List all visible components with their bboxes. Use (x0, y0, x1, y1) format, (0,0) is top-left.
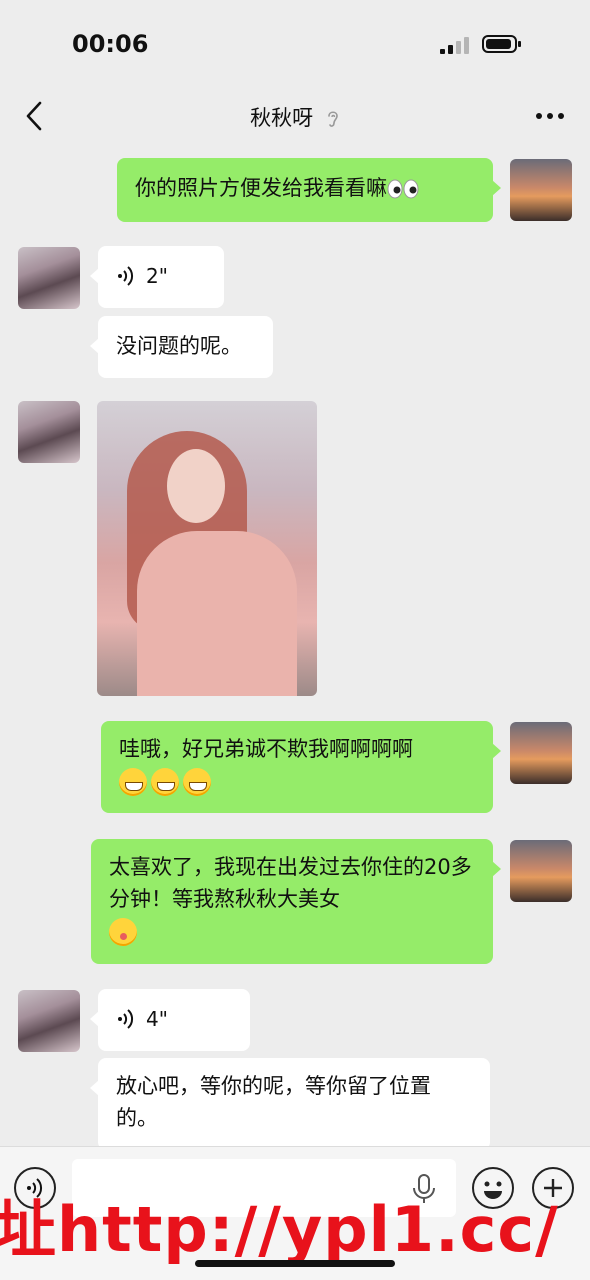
grin-emoji-icon (119, 768, 147, 796)
sent-message[interactable]: 太喜欢了，我现在出发过去你住的20多分钟！等我熬秋秋大美女 (91, 839, 501, 964)
my-avatar[interactable] (510, 722, 572, 784)
message-text: 哇哦，好兄弟诚不欺我啊啊啊啊 (119, 737, 413, 761)
watermark-text: 址http://ypl1.cc/ (0, 1193, 559, 1266)
message-list[interactable]: 你的照片方便发给我看看嘛 2" 没问题的呢。 哇哦，好兄弟诚不欺我啊啊啊啊 太喜… (0, 146, 590, 1146)
contact-avatar[interactable] (18, 247, 80, 309)
message-text: 没问题的呢。 (116, 334, 242, 358)
voice-duration: 4" (146, 1007, 168, 1031)
kiss-emoji-icon (109, 918, 137, 946)
voice-duration: 2" (146, 264, 168, 288)
message-text: 你的照片方便发给我看看嘛 (135, 176, 387, 200)
chat-title: 秋秋呀 (0, 102, 590, 132)
signal-icon (440, 37, 469, 54)
chat-header: 秋秋呀 (0, 88, 590, 146)
contact-name: 秋秋呀 (250, 106, 314, 130)
emoji-row (119, 765, 475, 797)
more-button[interactable] (534, 104, 566, 128)
ear-icon (328, 111, 338, 127)
sent-message[interactable]: 哇哦，好兄弟诚不欺我啊啊啊啊 (101, 721, 501, 813)
more-icon (536, 113, 564, 119)
my-avatar[interactable] (510, 840, 572, 902)
my-avatar[interactable] (510, 159, 572, 221)
voice-message[interactable]: 2" (90, 246, 224, 308)
voice-message[interactable]: 4" (90, 989, 250, 1051)
status-bar: 00:06 (0, 0, 590, 88)
grin-emoji-icon (183, 768, 211, 796)
voice-wave-icon (118, 1009, 134, 1029)
contact-avatar[interactable] (18, 990, 80, 1052)
eyes-emoji-icon (387, 179, 419, 199)
received-message[interactable]: 放心吧，等你的呢，等你留了位置的。 (90, 1058, 490, 1146)
grin-emoji-icon (151, 768, 179, 796)
photo-message[interactable] (97, 401, 317, 696)
status-time: 00:06 (72, 30, 149, 58)
contact-avatar[interactable] (18, 401, 80, 463)
message-text: 放心吧，等你的呢，等你留了位置的。 (116, 1074, 431, 1130)
received-message[interactable]: 没问题的呢。 (90, 316, 273, 378)
sent-message[interactable]: 你的照片方便发给我看看嘛 (117, 158, 501, 222)
message-text: 太喜欢了，我现在出发过去你住的20多分钟！等我熬秋秋大美女 (109, 855, 472, 911)
home-indicator (195, 1260, 395, 1267)
battery-icon (482, 35, 521, 53)
voice-wave-icon (118, 266, 134, 286)
